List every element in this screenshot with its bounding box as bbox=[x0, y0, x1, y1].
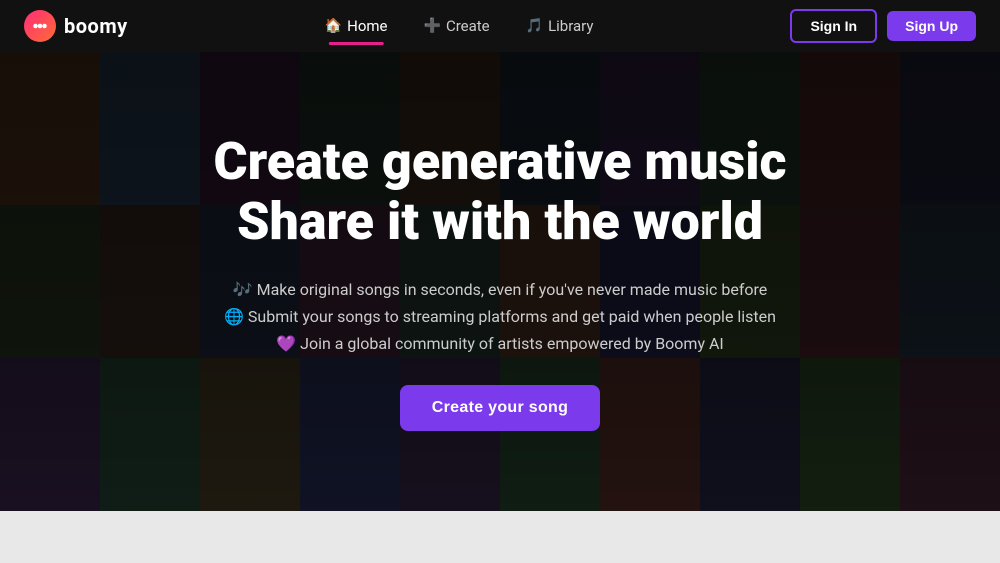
nav-library[interactable]: 🎵 Library bbox=[512, 11, 608, 41]
create-icon: ➕ bbox=[424, 18, 441, 34]
nav-links: 🏠 Home ➕ Create 🎵 Library bbox=[311, 11, 608, 41]
auth-buttons: Sign In Sign Up bbox=[790, 9, 976, 43]
boomy-logo-icon bbox=[24, 10, 56, 42]
nav-home[interactable]: 🏠 Home bbox=[311, 11, 402, 41]
hero-section: Create generative music Share it with th… bbox=[0, 52, 1000, 511]
home-icon: 🏠 bbox=[325, 18, 342, 34]
navbar: boomy 🏠 Home ➕ Create 🎵 Library Sign In … bbox=[0, 0, 1000, 52]
hero-feature-3: 💜 Join a global community of artists emp… bbox=[213, 334, 786, 353]
brand-name: boomy bbox=[64, 14, 128, 38]
hero-title-line1: Create generative music bbox=[213, 131, 786, 192]
hero-title-line2: Share it with the world bbox=[237, 191, 763, 252]
nav-library-label: Library bbox=[548, 17, 593, 35]
hero-feature-2: 🌐 Submit your songs to streaming platfor… bbox=[213, 307, 786, 326]
bottom-section bbox=[0, 511, 1000, 563]
library-icon: 🎵 bbox=[526, 18, 543, 34]
brand-area: boomy bbox=[24, 10, 128, 42]
nav-create[interactable]: ➕ Create bbox=[410, 11, 504, 41]
hero-title: Create generative music Share it with th… bbox=[213, 132, 786, 252]
nav-home-label: Home bbox=[347, 17, 387, 35]
signin-button[interactable]: Sign In bbox=[790, 9, 877, 43]
signup-button[interactable]: Sign Up bbox=[887, 11, 976, 41]
hero-features-list: 🎶 Make original songs in seconds, even i… bbox=[213, 280, 786, 353]
hero-content: Create generative music Share it with th… bbox=[173, 132, 826, 431]
create-song-button[interactable]: Create your song bbox=[400, 385, 600, 431]
nav-create-label: Create bbox=[446, 17, 490, 35]
hero-feature-1: 🎶 Make original songs in seconds, even i… bbox=[213, 280, 786, 299]
